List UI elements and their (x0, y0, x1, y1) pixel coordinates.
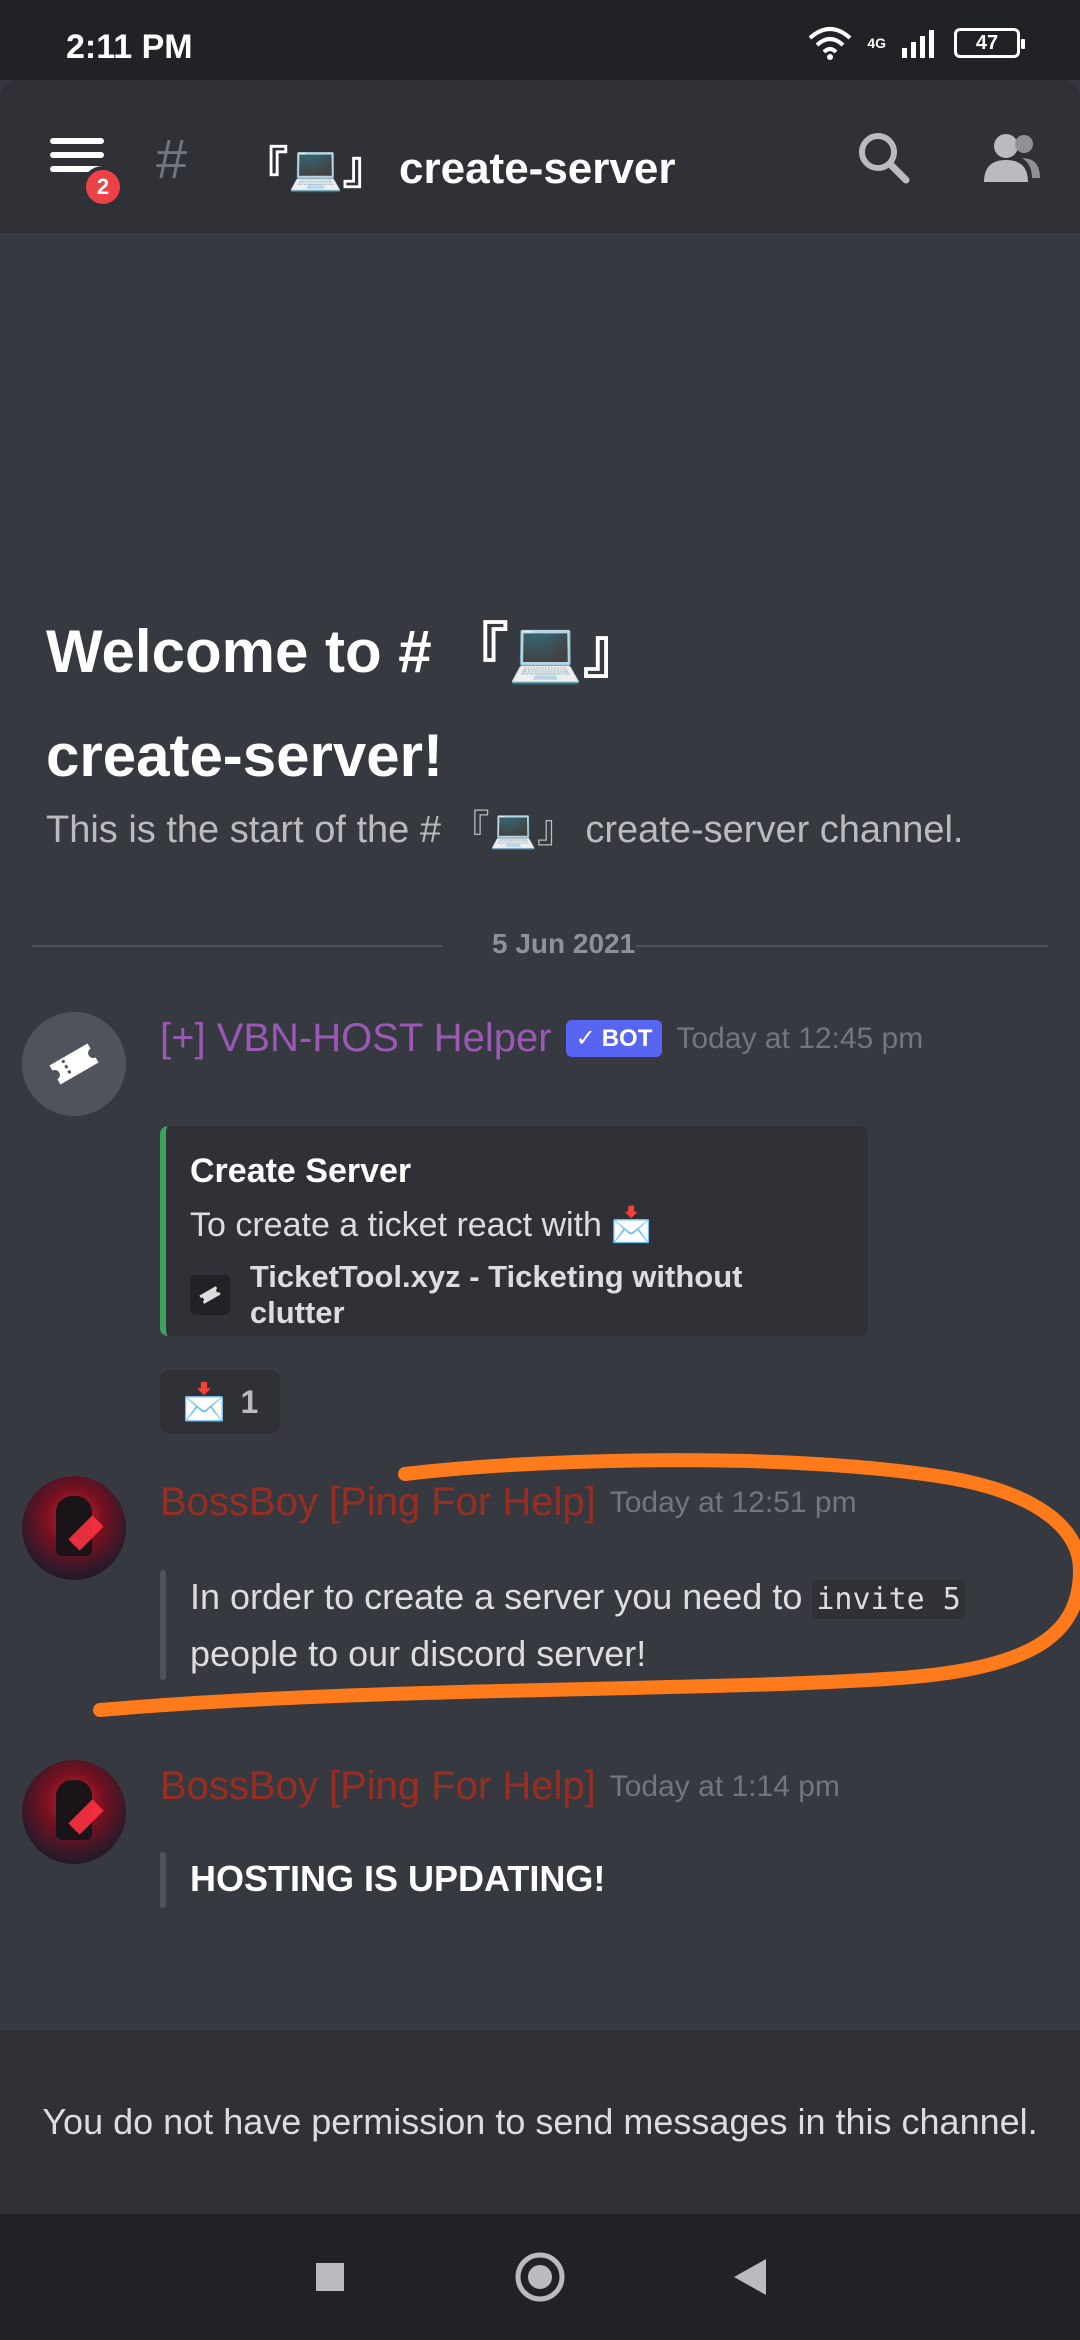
timestamp: Today at 12:51 pm (609, 1485, 857, 1519)
embed-footer: TicketTool.xyz - Ticketing without clutt… (190, 1259, 844, 1331)
message-text: In order to create a server you need to … (190, 1570, 965, 1681)
bot-tag: ✓ BOT (565, 1020, 663, 1057)
reaction-button[interactable]: 📩 1 (160, 1370, 280, 1434)
reaction-count: 1 (240, 1383, 259, 1420)
bot-avatar[interactable] (22, 1012, 126, 1116)
system-nav-bar (0, 2214, 1080, 2340)
signal-icon (902, 30, 934, 58)
message-quote: In order to create a server you need to … (160, 1570, 980, 1681)
welcome-title-line2: create-server! (46, 722, 443, 789)
user-avatar[interactable] (22, 1476, 126, 1580)
embed-description-text: To create a ticket react with (190, 1205, 602, 1244)
embed-description: To create a ticket react with 📩 (190, 1205, 844, 1245)
wifi-icon (808, 27, 852, 60)
channel-title: 『💻』 create-server (244, 144, 676, 193)
hash-icon: # (156, 127, 188, 190)
author-name[interactable]: BossBoy [Ping For Help] (160, 1480, 596, 1525)
home-button[interactable] (510, 2247, 570, 2307)
date-divider: 5 Jun 2021 (32, 926, 1048, 966)
author-name[interactable]: [+] VBN-HOST Helper (160, 1016, 552, 1061)
back-triangle-icon (734, 2259, 766, 2295)
status-icons: 4G 47 (807, 26, 1025, 60)
message-text: HOSTING IS UPDATING! (190, 1858, 606, 1899)
recents-button[interactable] (300, 2247, 360, 2307)
timestamp: Today at 1:14 pm (609, 1769, 840, 1803)
ticket-icon (49, 1043, 99, 1085)
circle-icon (515, 2252, 565, 2302)
square-icon (316, 2263, 344, 2291)
permission-text: You do not have permission to send messa… (42, 2101, 1038, 2142)
search-icon[interactable] (856, 130, 910, 184)
author-name[interactable]: BossBoy [Ping For Help] (160, 1764, 596, 1809)
inline-code: invite 5 (812, 1580, 965, 1619)
incoming-envelope-icon: 📩 (609, 1206, 653, 1244)
message-quote: HOSTING IS UPDATING! (160, 1852, 605, 1908)
status-bar: 2:11 PM 4G 47 (0, 0, 1080, 80)
battery-icon: 47 (954, 28, 1025, 58)
timestamp: Today at 12:45 pm (676, 1021, 924, 1055)
ticket-icon (190, 1275, 230, 1315)
message-header: BossBoy [Ping For Help] Today at 12:51 p… (160, 1480, 857, 1525)
battery-level: 47 (975, 31, 999, 54)
user-avatar[interactable] (22, 1760, 126, 1864)
permission-notice: You do not have permission to send messa… (0, 2030, 1080, 2214)
members-icon[interactable] (982, 130, 1042, 184)
back-button[interactable] (720, 2247, 780, 2307)
message-header: BossBoy [Ping For Help] Today at 1:14 pm (160, 1764, 840, 1809)
channel-header: 2 # 『💻』 create-server (0, 80, 1080, 233)
status-time: 2:11 PM (66, 28, 193, 66)
message-header: [+] VBN-HOST Helper ✓ BOT Today at 12:45… (160, 1016, 923, 1061)
network-type: 4G (867, 35, 886, 51)
embed-footer-text: TicketTool.xyz - Ticketing without clutt… (249, 1259, 743, 1330)
bot-tag-label: BOT (601, 1024, 653, 1052)
embed-title: Create Server (190, 1152, 412, 1190)
embed: Create Server To create a ticket react w… (160, 1126, 868, 1336)
date-label: 5 Jun 2021 (492, 928, 636, 959)
welcome-subtitle: This is the start of the # 『💻』 create-se… (46, 809, 964, 851)
check-icon: ✓ (575, 1025, 596, 1052)
notification-badge: 2 (82, 166, 124, 208)
welcome-title-line1: Welcome to # 『💻』 (46, 618, 644, 685)
channel-welcome: Welcome to # 『💻』 create-server! This is … (46, 600, 1046, 858)
incoming-envelope-icon: 📩 (181, 1381, 227, 1422)
